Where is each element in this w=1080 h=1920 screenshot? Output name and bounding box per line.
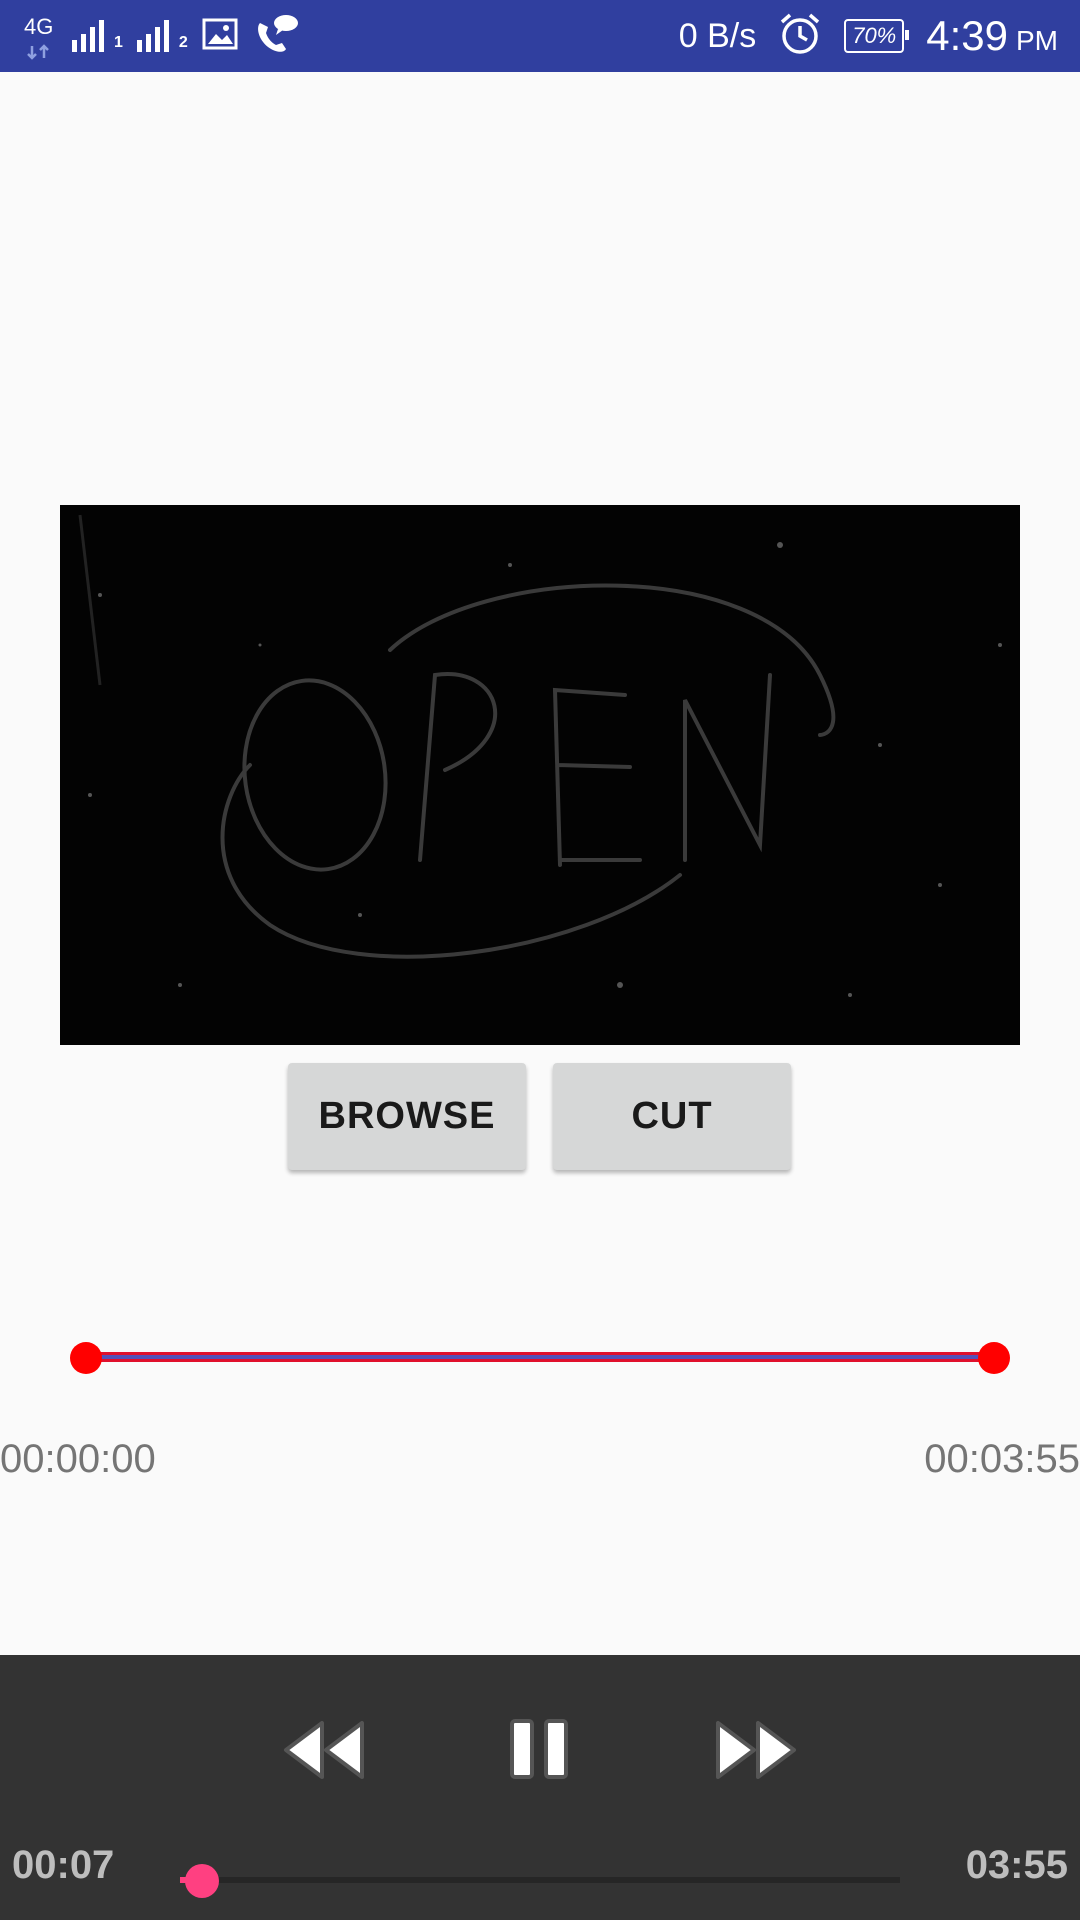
rewind-button[interactable] bbox=[280, 1715, 370, 1785]
clock: 4:39 PM bbox=[926, 12, 1058, 60]
signal-sim1-icon: 1 bbox=[72, 20, 123, 52]
seek-bar[interactable] bbox=[180, 1860, 900, 1900]
network-type-icon: 4G bbox=[22, 10, 58, 62]
data-speed: 0 B/s bbox=[678, 16, 757, 55]
browse-button[interactable]: BROWSE bbox=[288, 1063, 526, 1170]
status-bar: 4G 1 2 0 B/s 70% 4:39 PM bbox=[0, 0, 1080, 72]
trim-start-time: 00:00:00 bbox=[0, 1437, 156, 1481]
cut-button[interactable]: CUT bbox=[553, 1063, 791, 1170]
status-bar-right: 0 B/s 70% 4:39 PM bbox=[679, 10, 1058, 62]
trim-range-slider[interactable] bbox=[70, 1340, 1010, 1376]
duration: 03:55 bbox=[965, 1843, 1068, 1887]
clock-time: 4:39 bbox=[926, 12, 1008, 59]
call-chat-notification-icon bbox=[252, 13, 300, 60]
gallery-notification-icon bbox=[202, 18, 238, 55]
pause-icon bbox=[510, 1719, 568, 1779]
trim-start-handle[interactable] bbox=[70, 1342, 102, 1374]
rewind-icon bbox=[284, 1721, 364, 1779]
sim2-label: 2 bbox=[178, 34, 188, 51]
fast-forward-button[interactable] bbox=[710, 1715, 800, 1785]
alarm-icon bbox=[778, 12, 822, 61]
pause-button[interactable] bbox=[495, 1715, 585, 1785]
seek-handle[interactable] bbox=[184, 1864, 219, 1898]
sim1-label: 1 bbox=[114, 34, 123, 51]
trim-end-time: 00:03:55 bbox=[924, 1437, 1080, 1481]
battery-icon: 70% bbox=[844, 19, 910, 53]
fast-forward-icon bbox=[716, 1721, 796, 1779]
signal-sim2-icon: 2 bbox=[136, 20, 188, 52]
current-time: 00:07 bbox=[12, 1843, 115, 1887]
seek-track bbox=[180, 1877, 900, 1883]
network-type-label: 4G bbox=[24, 14, 54, 39]
media-controller: 00:07 03:55 bbox=[0, 1655, 1080, 1920]
status-bar-left: 4G 1 2 bbox=[22, 10, 300, 62]
video-preview[interactable] bbox=[60, 505, 1020, 1045]
battery-level: 70% bbox=[852, 23, 897, 48]
trim-range-track bbox=[84, 1352, 996, 1362]
trim-end-handle[interactable] bbox=[978, 1342, 1010, 1374]
clock-ampm: PM bbox=[1016, 25, 1058, 56]
open-sign-frame bbox=[60, 505, 1020, 1045]
